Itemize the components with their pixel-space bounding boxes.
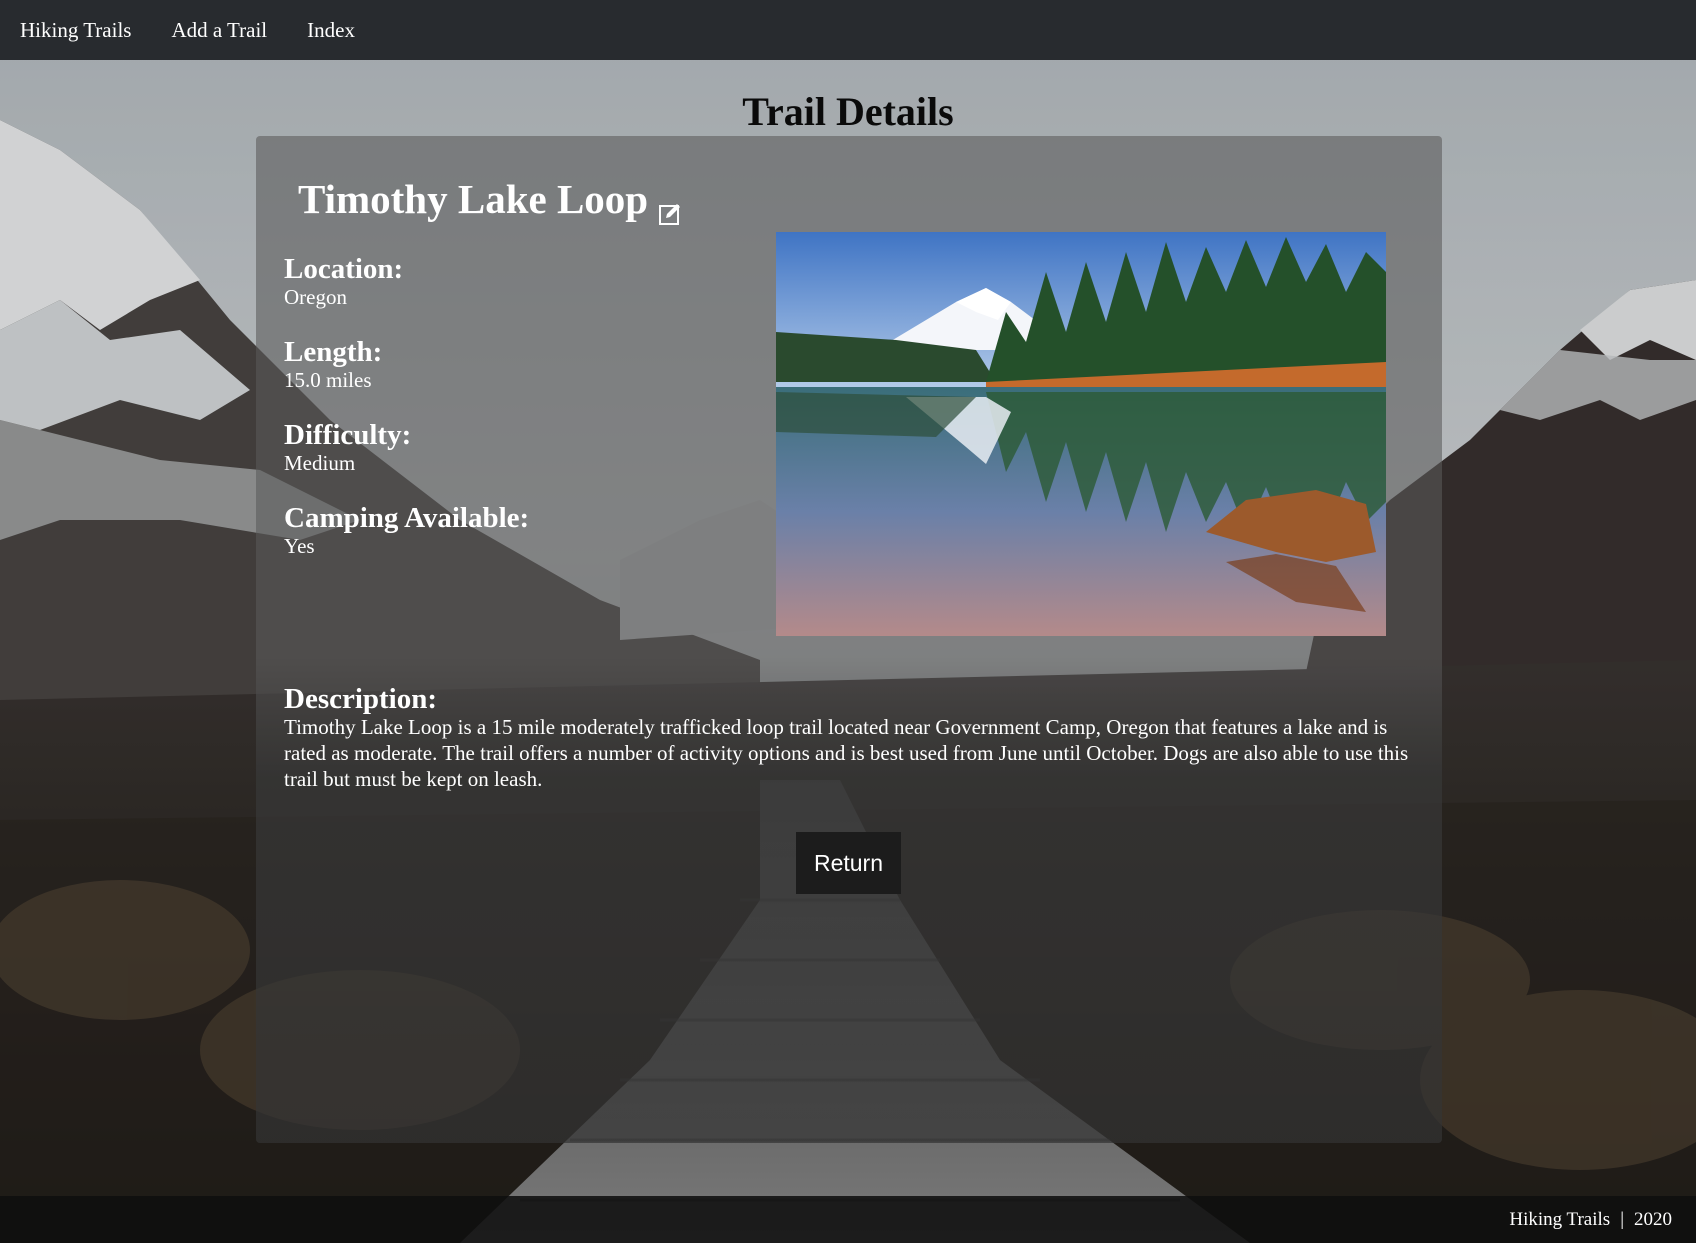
edit-icon[interactable] xyxy=(658,187,682,225)
nav-link-hiking-trails[interactable]: Hiking Trails xyxy=(20,18,131,43)
trail-details-card: Timothy Lake Loop Location: Oregon Lengt… xyxy=(256,136,1442,1143)
location-label: Location: xyxy=(284,253,404,285)
location-value: Oregon xyxy=(284,285,347,309)
camping-label: Camping Available: xyxy=(284,502,530,534)
trail-name: Timothy Lake Loop xyxy=(298,176,649,222)
location-field: Location: Oregon xyxy=(284,254,403,310)
footer-brand: Hiking Trails xyxy=(1509,1208,1611,1230)
length-label: Length: xyxy=(284,336,383,368)
top-navbar: Hiking Trails Add a Trail Index xyxy=(0,0,1696,60)
trail-photo xyxy=(776,232,1386,636)
page-title: Trail Details xyxy=(742,89,954,134)
return-button[interactable]: Return xyxy=(796,832,901,894)
difficulty-value: Medium xyxy=(284,451,356,475)
trail-name-heading: Timothy Lake Loop xyxy=(298,174,682,225)
footer: Hiking Trails | 2020 xyxy=(0,1196,1696,1243)
nav-link-add-trail[interactable]: Add a Trail xyxy=(171,18,267,43)
camping-field: Camping Available: Yes xyxy=(284,503,529,559)
footer-year: 2020 xyxy=(1634,1208,1672,1230)
nav-link-index[interactable]: Index xyxy=(307,18,355,43)
difficulty-field: Difficulty: Medium xyxy=(284,420,411,476)
camping-value: Yes xyxy=(284,534,315,558)
difficulty-label: Difficulty: xyxy=(284,419,412,451)
description-label: Description: xyxy=(284,683,438,715)
length-field: Length: 15.0 miles xyxy=(284,337,382,393)
footer-separator: | xyxy=(1620,1208,1624,1230)
description-text: Timothy Lake Loop is a 15 mile moderatel… xyxy=(284,715,1409,791)
length-value: 15.0 miles xyxy=(284,368,372,392)
description-section: Description: Timothy Lake Loop is a 15 m… xyxy=(284,684,1424,792)
